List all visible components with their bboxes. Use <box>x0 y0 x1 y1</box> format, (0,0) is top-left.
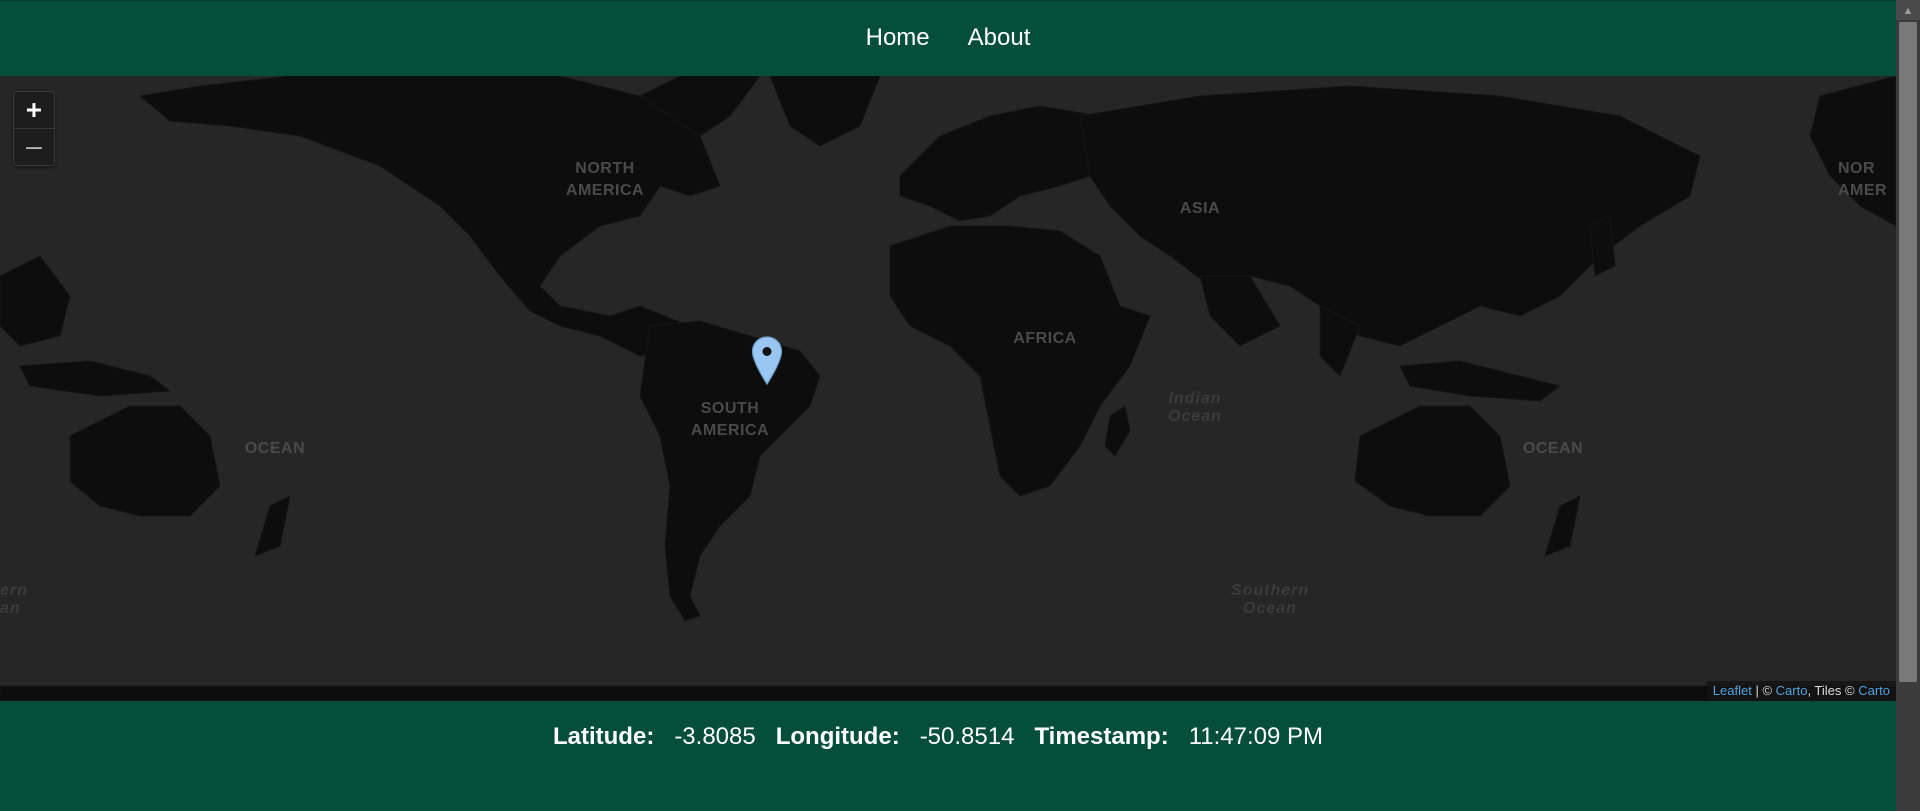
timestamp-label: Timestamp: <box>1034 723 1169 750</box>
label-ocean-edge-left: ern an <box>0 582 28 617</box>
label-southern-ocean: Southern Ocean <box>1230 582 1310 617</box>
zoom-in-button[interactable]: + <box>14 92 54 128</box>
label-africa: AFRICA <box>1013 330 1077 347</box>
longitude-value: -50.8514 <box>919 723 1015 750</box>
attribution-sep-2: , Tiles © <box>1807 683 1859 698</box>
label-north-america-right: NOR AMER <box>1838 160 1888 199</box>
zoom-control: + – <box>13 91 55 166</box>
nav-home-link[interactable]: Home <box>866 24 930 52</box>
world-map-tiles <box>0 76 1896 701</box>
latitude-label: Latitude: <box>552 723 655 750</box>
carto-link-1[interactable]: Carto <box>1776 683 1808 698</box>
label-ocean-right: OCEAN <box>1522 440 1584 457</box>
label-indian-ocean: Indian Ocean <box>1168 390 1222 425</box>
longitude-label: Longitude: <box>775 723 900 750</box>
location-marker-icon[interactable] <box>751 336 783 386</box>
scroll-up-arrow-icon[interactable]: ▲ <box>1896 0 1920 20</box>
label-ocean-left: OCEAN <box>244 440 306 457</box>
label-south-america: SOUTH AMERICA <box>690 400 770 439</box>
map-attribution: Leaflet | © Carto, Tiles © Carto <box>1706 681 1896 701</box>
nav-about-link[interactable]: About <box>968 24 1031 52</box>
latitude-value: -3.8085 <box>674 723 756 750</box>
scroll-thumb[interactable] <box>1899 22 1917 682</box>
label-north-america: NORTH AMERICA <box>565 160 645 199</box>
carto-link-2[interactable]: Carto <box>1858 683 1890 698</box>
leaflet-link[interactable]: Leaflet <box>1713 683 1752 698</box>
coordinates-footer: Latitude: -3.8085 Longitude: -50.8514 Ti… <box>0 701 1896 811</box>
map[interactable]: + – NORTH AMERICA ASIA AFRICA SOUTH AMER… <box>0 76 1896 701</box>
page: Home About + – NORTH AMERICA ASIA AFRICA… <box>0 0 1920 811</box>
page-scrollbar[interactable]: ▲ <box>1896 0 1920 811</box>
label-asia: ASIA <box>1179 200 1221 217</box>
attribution-sep-1: | © <box>1751 683 1776 698</box>
navbar: Home About <box>0 0 1896 76</box>
zoom-out-button[interactable]: – <box>14 128 54 165</box>
timestamp-value: 11:47:09 PM <box>1188 723 1324 750</box>
